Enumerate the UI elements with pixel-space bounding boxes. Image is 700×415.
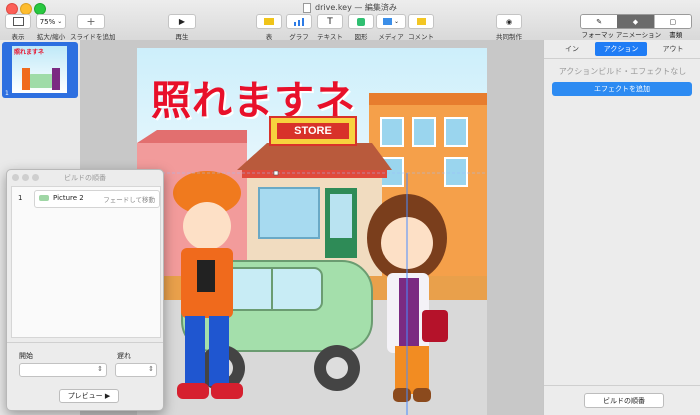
- build-item-name: Picture 2: [53, 194, 84, 202]
- divider: [544, 58, 700, 59]
- car-icon: [39, 195, 49, 201]
- slide-thumbnail-image: 照れますネ: [12, 46, 67, 93]
- animate-button[interactable]: ◆: [617, 15, 654, 28]
- window-title: drive.key — 編集済み: [0, 2, 700, 13]
- animation-inspector: イン アクション アウト アクションビルド・エフェクトなし エフェクトを追加 ビ…: [543, 40, 700, 415]
- delay-stepper[interactable]: ⇕: [115, 363, 157, 377]
- format-button[interactable]: ✎: [581, 15, 618, 28]
- table-icon: [264, 18, 274, 25]
- zoom-tool[interactable]: 75% ⌄ 拡大/縮小: [36, 14, 66, 41]
- table-tool[interactable]: 表: [256, 14, 282, 41]
- thumbnail-headline: 照れますネ: [14, 49, 45, 56]
- document-icon: [303, 2, 312, 13]
- start-label: 開始: [19, 352, 33, 360]
- build-item-card: Picture 2 フェードして移動: [34, 190, 160, 208]
- slide-number: 1: [5, 90, 9, 97]
- build-list: 1 Picture 2 フェードして移動: [11, 186, 161, 338]
- stepper-icon: ⇕: [148, 365, 154, 373]
- view-icon: [12, 17, 24, 26]
- view-tool[interactable]: 表示: [4, 14, 32, 41]
- inspector-switcher: ✎ ◆ ▢: [580, 14, 692, 29]
- play-icon: ▶: [168, 14, 196, 29]
- zoom-value: 75%: [39, 17, 56, 26]
- plus-icon: +: [77, 14, 105, 29]
- tab-build-in[interactable]: イン: [550, 42, 594, 56]
- slide[interactable]: 照れますネ STORE: [137, 48, 487, 415]
- delay-label: 遅れ: [117, 352, 131, 360]
- build-item-effect: フェードして移動: [103, 196, 155, 204]
- add-effect-button[interactable]: エフェクトを追加: [552, 82, 692, 96]
- media-icon: [382, 18, 392, 25]
- document-button[interactable]: ▢: [653, 15, 691, 28]
- toolbar: drive.key — 編集済み 表示 75% ⌄ 拡大/縮小 + スライドを追加…: [0, 0, 700, 49]
- chevron-down-icon: ⌄: [57, 18, 63, 25]
- build-tabs: イン アクション アウト: [544, 40, 700, 58]
- chart-icon: [293, 17, 304, 26]
- store-sign-text: STORE: [277, 123, 349, 139]
- chevron-updown-icon: ⇕: [97, 365, 103, 373]
- slide-thumbnail-selected[interactable]: 照れますネ 1: [2, 42, 78, 98]
- thumbnail-girl: [52, 68, 60, 90]
- preview-button[interactable]: プレビュー ▶: [59, 389, 119, 403]
- start-select[interactable]: ⇕: [19, 363, 107, 377]
- collaborate-tool[interactable]: ◉ 共同制作: [494, 14, 524, 41]
- play-tool[interactable]: ▶ 再生: [168, 14, 196, 41]
- store-sign[interactable]: STORE: [269, 116, 357, 146]
- add-slide-tool[interactable]: + スライドを追加: [70, 14, 116, 41]
- comment-tool[interactable]: コメント: [408, 14, 434, 41]
- text-tool[interactable]: T テキスト: [316, 14, 344, 41]
- build-item[interactable]: 1 Picture 2 フェードして移動: [12, 189, 160, 208]
- empty-message: アクションビルド・エフェクトなし: [558, 67, 687, 76]
- comment-icon: [416, 18, 426, 25]
- animation-icon: ◆: [632, 17, 639, 26]
- divider: [7, 342, 163, 343]
- build-order-window: ビルドの順番 1 Picture 2 フェードして移動 開始 遅れ ⇕ ⇕ プレ…: [6, 169, 164, 411]
- build-item-number: 1: [18, 194, 23, 202]
- text-icon: T: [317, 14, 343, 29]
- paintbrush-icon: ✎: [596, 17, 603, 26]
- build-order-title: ビルドの順番: [64, 174, 106, 182]
- divider: [544, 385, 700, 386]
- document-icon: ▢: [669, 17, 677, 26]
- media-tool[interactable]: ⌄ メディア: [376, 14, 406, 41]
- shape-tool[interactable]: 図形: [348, 14, 374, 41]
- chevron-down-icon: ⌄: [393, 18, 400, 25]
- thumbnail-boy: [22, 68, 30, 90]
- tab-action[interactable]: アクション: [595, 42, 647, 56]
- collaborate-icon: ◉: [496, 14, 522, 29]
- tab-build-out[interactable]: アウト: [650, 42, 696, 56]
- build-order-button[interactable]: ビルドの順番: [584, 393, 664, 408]
- shape-icon: [357, 17, 365, 26]
- chart-tool[interactable]: グラフ: [286, 14, 312, 41]
